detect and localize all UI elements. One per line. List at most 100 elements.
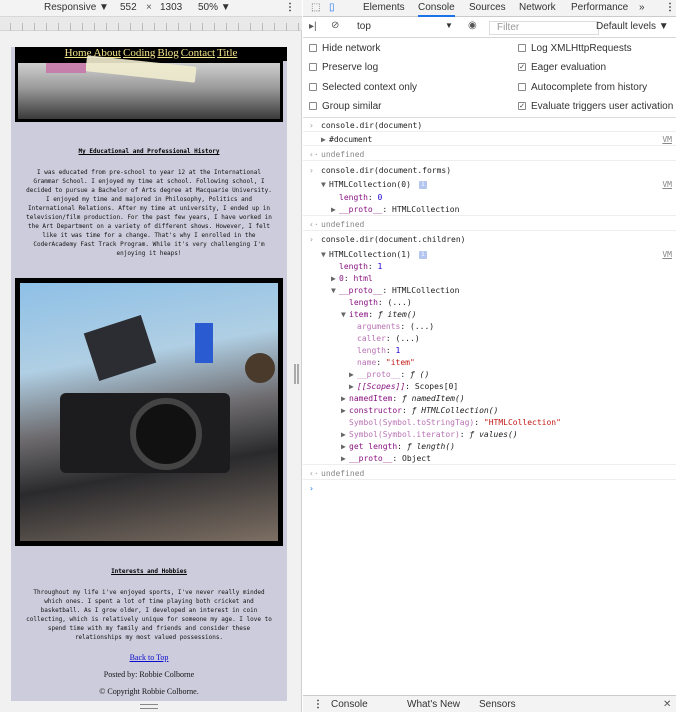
close-drawer-icon[interactable]: ✕	[663, 699, 671, 710]
user-activation-label: Evaluate triggers user activation	[531, 101, 674, 112]
source-link[interactable]: VM	[662, 179, 672, 191]
selected-context-checkbox[interactable]	[309, 83, 317, 91]
property-row: length: 1	[357, 346, 401, 355]
console-entry[interactable]: ▼ HTMLCollection(0) i VM	[303, 179, 676, 191]
expand-arrow-icon[interactable]: ▶	[341, 405, 346, 417]
expand-arrow-icon[interactable]: ▶	[349, 369, 354, 381]
log-xhr-checkbox[interactable]	[518, 44, 526, 52]
tab-elements[interactable]: Elements	[363, 2, 405, 13]
expand-arrow-icon[interactable]: ▶	[331, 204, 336, 216]
nav-link-coding[interactable]: Coding	[123, 47, 155, 59]
tab-performance[interactable]: Performance	[571, 2, 628, 13]
clear-console-icon[interactable]: ⊘	[331, 20, 339, 31]
devtools-menu-icon[interactable]: ⋮	[665, 2, 675, 13]
sidebar-toggle-icon[interactable]: ▸|	[309, 21, 317, 32]
log-xhr-label: Log XMLHttpRequests	[531, 43, 632, 54]
command-text: console.dir(document.forms)	[321, 166, 452, 175]
property-row[interactable]: ▶ __proto__: Object	[303, 453, 676, 465]
property-row[interactable]: ▶ [[Scopes]]: Scopes[0]	[303, 381, 676, 393]
collapse-arrow-icon[interactable]: ▼	[331, 285, 336, 297]
collapse-arrow-icon[interactable]: ▼	[321, 179, 326, 191]
tab-sources[interactable]: Sources	[469, 2, 506, 13]
value-text: (...)	[410, 322, 435, 331]
info-icon[interactable]: i	[419, 181, 427, 189]
hide-network-checkbox[interactable]	[309, 44, 317, 52]
nav-link-title[interactable]: Title	[217, 47, 237, 59]
user-activation-checkbox[interactable]: ✓	[518, 102, 526, 110]
value-text: item()	[387, 310, 417, 319]
zoom-select[interactable]: 50% ▼	[198, 2, 231, 13]
value-text: (...)	[387, 298, 412, 307]
source-link[interactable]: VM	[662, 134, 672, 146]
more-options-icon[interactable]: ⋮	[285, 2, 295, 13]
width-input[interactable]: 552	[120, 2, 137, 13]
proto-value: HTMLCollection	[392, 205, 460, 214]
value-text: (...)	[395, 334, 420, 343]
expand-arrow-icon[interactable]: ▶	[341, 393, 346, 405]
property-row[interactable]: ▶ __proto__: HTMLCollection	[303, 204, 676, 216]
console-result: ‹· undefined	[303, 219, 676, 231]
console-output[interactable]: › console.dir(document) ▶ #document VM ‹· un…	[303, 119, 676, 694]
expand-arrow-icon[interactable]: ▶	[331, 273, 336, 285]
tab-network[interactable]: Network	[519, 2, 556, 13]
source-link[interactable]: VM	[662, 249, 672, 261]
property-row[interactable]: ▶ 0: html	[303, 273, 676, 285]
autocomplete-checkbox[interactable]	[518, 83, 526, 91]
value-text: namedItem()	[411, 394, 465, 403]
console-prompt[interactable]: ›	[303, 483, 676, 495]
group-similar-checkbox[interactable]	[309, 102, 317, 110]
more-tabs-icon[interactable]: »	[639, 2, 645, 13]
inspect-element-icon[interactable]: ⬚	[311, 2, 320, 13]
length-value: 1	[377, 262, 383, 271]
context-select[interactable]: top	[357, 21, 371, 32]
log-levels-select[interactable]: Default levels ▼	[596, 21, 669, 32]
eager-eval-checkbox[interactable]: ✓	[518, 63, 526, 71]
expand-arrow-icon[interactable]: ▶	[341, 429, 346, 441]
eager-eval-label: Eager evaluation	[531, 62, 607, 73]
device-select[interactable]: Responsive ▼	[44, 2, 109, 13]
property-row[interactable]: ▶ get length: ƒ length()	[303, 441, 676, 453]
preserve-log-checkbox[interactable]	[309, 63, 317, 71]
drawer-tab-console[interactable]: Console	[331, 699, 368, 710]
resize-handle-bottom[interactable]	[140, 704, 158, 709]
property-row[interactable]: ▶ __proto__: ƒ ()	[303, 369, 676, 381]
filter-input[interactable]: Filter	[489, 21, 599, 35]
drawer-menu-icon[interactable]: ⋮	[313, 699, 323, 710]
drawer-tab-sensors[interactable]: Sensors	[479, 699, 516, 710]
expand-arrow-icon[interactable]: ▶	[341, 453, 346, 465]
dimension-x-icon: ×	[146, 2, 152, 13]
collapse-arrow-icon[interactable]: ▼	[341, 309, 346, 321]
property-row: length: 0	[339, 193, 383, 202]
back-to-top-link[interactable]: Back to Top	[130, 653, 169, 662]
property-row[interactable]: ▼ __proto__: HTMLCollection	[303, 285, 676, 297]
expand-arrow-icon[interactable]: ▶	[321, 134, 326, 146]
context-dropdown-icon[interactable]: ▼	[445, 21, 453, 30]
result-text: undefined	[321, 150, 365, 159]
value-text: ƒ ()	[410, 370, 430, 379]
page-nav: Home About Coding Blog Contact Title	[15, 47, 287, 61]
drawer-tabbar: ⋮ Console What's New Sensors ✕	[303, 695, 676, 712]
nav-link-blog[interactable]: Blog	[157, 47, 178, 59]
height-input[interactable]: 1303	[160, 2, 182, 13]
tab-console[interactable]: Console	[418, 2, 455, 17]
value-text: values()	[479, 430, 518, 439]
live-expression-eye-icon[interactable]: ◉	[468, 20, 477, 31]
expand-arrow-icon[interactable]: ▶	[341, 441, 346, 453]
devtools-tabbar: ⬚ ▯ Elements Console Sources Network Per…	[303, 0, 676, 17]
nav-link-contact[interactable]: Contact	[181, 47, 215, 59]
command-text: console.dir(document.children)	[321, 235, 466, 244]
property-row[interactable]: ▶ Symbol(Symbol.iterator): ƒ values()	[303, 429, 676, 441]
collapse-arrow-icon[interactable]: ▼	[321, 249, 326, 261]
value-text: Scopes[0]	[414, 382, 459, 391]
expand-arrow-icon[interactable]: ▶	[349, 381, 354, 393]
property-row[interactable]: ▶ constructor: ƒ HTMLCollection()	[303, 405, 676, 417]
property-row[interactable]: ▶ namedItem: ƒ namedItem()	[303, 393, 676, 405]
console-entry[interactable]: ▼ HTMLCollection(1) i VM	[303, 249, 676, 261]
device-toggle-icon[interactable]: ▯	[329, 2, 335, 13]
drawer-tab-whats-new[interactable]: What's New	[407, 699, 460, 710]
splitter-handle-2[interactable]	[297, 364, 299, 384]
splitter-handle[interactable]	[294, 364, 296, 384]
console-entry[interactable]: ▶ #document VM	[303, 134, 676, 146]
property-row[interactable]: ▼ item: ƒ item()	[303, 309, 676, 321]
info-icon[interactable]: i	[419, 251, 427, 259]
